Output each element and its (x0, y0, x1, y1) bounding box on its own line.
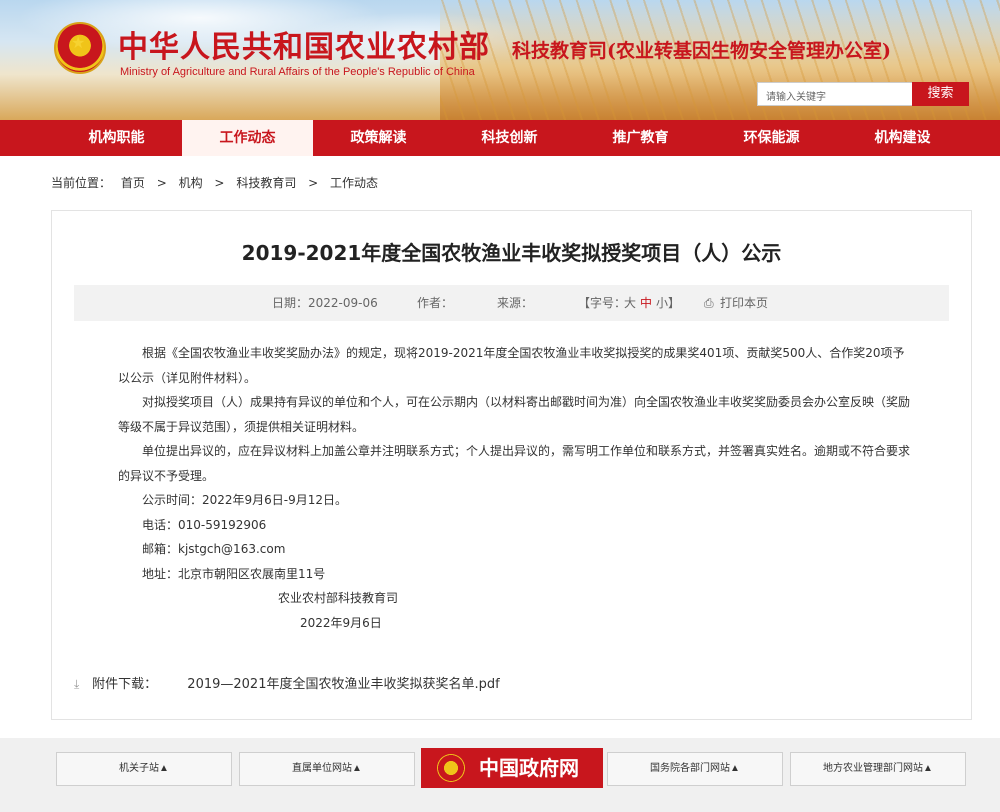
nav-item-gongzuo-dongtai[interactable]: 工作动态 (182, 120, 313, 156)
breadcrumb: 当前位置： 首页 > 机构 > 科技教育司 > 工作动态 (51, 174, 378, 191)
date-label: 日期： (272, 296, 309, 310)
signature-date: 2022年9月6日 (300, 615, 382, 630)
nav-item-huanbao-nengyuan[interactable]: 环保能源 (706, 120, 837, 156)
article-paragraph: 根据《全国农牧渔业丰收奖奖励办法》的规定，现将2019-2021年度全国农牧渔业… (118, 346, 905, 385)
breadcrumb-item-kejiao[interactable]: 科技教育司 (236, 174, 296, 191)
signature-org: 农业农村部科技教育司 (278, 591, 399, 605)
article-meta-bar: 日期： 2022-09-06 作者： 来源： 【字号： 大 中 小】 ⎙ 打印本… (74, 285, 949, 321)
search-button[interactable]: 搜索 (912, 82, 969, 106)
contact-address: 地址：北京市朝阳区农展南里11号 (142, 566, 326, 581)
breadcrumb-item-home[interactable]: 首页 (121, 174, 145, 191)
nav-item-tuiguang-jiaoyu[interactable]: 推广教育 (575, 120, 706, 156)
breadcrumb-label: 当前位置： (51, 176, 112, 190)
footer-link-jiguan-zizhan[interactable]: 机关子站▲ (56, 752, 232, 786)
footer-link-guowuyuan-bumen[interactable]: 国务院各部门网站▲ (607, 752, 783, 786)
breadcrumb-item-jigou[interactable]: 机构 (179, 174, 203, 191)
site-header: 中华人民共和国农业农村部 Ministry of Agriculture and… (0, 0, 1000, 120)
ministry-name-en: Ministry of Agriculture and Rural Affair… (120, 66, 475, 78)
search-input[interactable]: 请输入关键字 (757, 82, 913, 106)
breadcrumb-separator: > (156, 176, 167, 190)
author-label: 作者： (417, 296, 454, 310)
attachment-label: 附件下载： (92, 677, 158, 692)
nav-item-jigou-zhineng[interactable]: 机构职能 (51, 120, 182, 156)
source-label: 来源： (497, 296, 534, 310)
national-emblem-icon (54, 22, 106, 74)
print-icon[interactable]: ⎙ (704, 285, 714, 321)
article-body: 根据《全国农牧渔业丰收奖奖励办法》的规定，现将2019-2021年度全国农牧渔业… (118, 341, 912, 635)
breadcrumb-separator: > (214, 176, 225, 190)
footer-links-bar: 机关子站▲ 直属单位网站▲ 中国政府网 国务院各部门网站▲ 地方农业管理部门网站… (0, 738, 1000, 812)
footer-link-zhishu-danwei[interactable]: 直属单位网站▲ (239, 752, 415, 786)
breadcrumb-item-current[interactable]: 工作动态 (330, 174, 378, 191)
attachment-row: ⤓ 附件下载： 2019—2021年度全国农牧渔业丰收奖拟获奖名单.pdf (74, 673, 500, 692)
department-name: 科技教育司(农业转基因生物安全管理办公室) (512, 40, 891, 62)
font-size-large[interactable]: 大 (624, 285, 636, 321)
gov-portal-label: 中国政府网 (479, 756, 579, 780)
download-icon: ⤓ (74, 677, 80, 691)
publish-date: 2022-09-06 (308, 296, 378, 310)
nav-item-zhengce-jiedu[interactable]: 政策解读 (313, 120, 444, 156)
article-container: 2019-2021年度全国农牧渔业丰收奖拟授奖项目（人）公示 日期： 2022-… (51, 210, 972, 720)
breadcrumb-separator: > (308, 176, 319, 190)
national-emblem-icon (437, 754, 465, 782)
attachment-link[interactable]: 2019—2021年度全国农牧渔业丰收奖拟获奖名单.pdf (187, 677, 499, 692)
font-size-medium[interactable]: 中 (640, 285, 652, 321)
announcement-period: 公示时间：2022年9月6日-9月12日。 (142, 493, 348, 507)
main-nav: 机构职能 工作动态 政策解读 科技创新 推广教育 环保能源 机构建设 (0, 120, 1000, 156)
ministry-name-cn[interactable]: 中华人民共和国农业农村部 (118, 22, 490, 66)
article-paragraph: 单位提出异议的，应在异议材料上加盖公章并注明联系方式；个人提出异议的，需写明工作… (118, 444, 911, 483)
font-size-small[interactable]: 小】 (656, 285, 680, 321)
print-link[interactable]: 打印本页 (720, 285, 768, 321)
nav-item-keji-chuangxin[interactable]: 科技创新 (444, 120, 575, 156)
font-size-label: 【字号： (578, 296, 627, 310)
footer-link-difang-nongye[interactable]: 地方农业管理部门网站▲ (790, 752, 966, 786)
gov-portal-logo[interactable]: 中国政府网 (421, 748, 603, 788)
article-title: 2019-2021年度全国农牧渔业丰收奖拟授奖项目（人）公示 (241, 241, 782, 265)
article-paragraph: 对拟授奖项目（人）成果持有异议的单位和个人，可在公示期内（以材料寄出邮戳时间为准… (118, 395, 911, 434)
contact-phone: 电话：010-59192906 (142, 517, 267, 532)
contact-email: 邮箱：kjstgch@163.com (142, 542, 286, 556)
nav-item-jigou-jianshe[interactable]: 机构建设 (837, 120, 968, 156)
